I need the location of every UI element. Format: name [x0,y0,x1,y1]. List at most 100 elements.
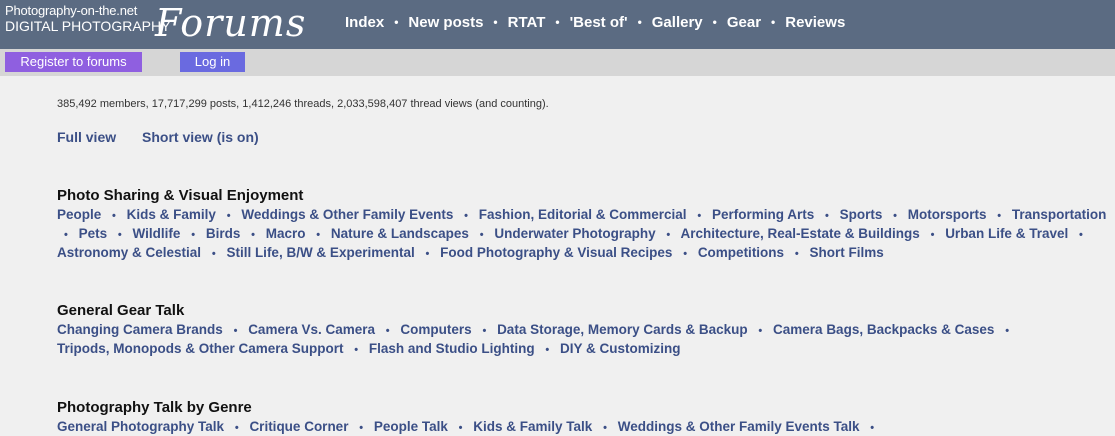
forum-link[interactable]: People Talk [374,419,448,434]
link-separator: • [464,210,468,222]
full-view-link[interactable]: Full view [57,129,116,145]
link-separator: • [482,325,487,337]
section-title: Photo Sharing & Visual Enjoyment [57,187,304,204]
nav-link[interactable]: RTAT [508,14,546,31]
forum-link[interactable]: Pets [79,226,108,241]
link-separator: • [385,325,390,337]
short-view-link[interactable]: Short view (is on) [142,129,259,145]
forum-link[interactable]: Urban Life & Travel [945,226,1068,241]
link-separator: • [191,229,196,241]
link-separator: • [458,422,463,434]
top-header: Photography-on-the.net DIGITAL PHOTOGRAP… [0,0,1115,49]
link-separator: • [479,229,484,241]
nav-link[interactable]: 'Best of' [570,14,628,31]
forum-link[interactable]: Birds [206,226,241,241]
forum-link-list: General Photography Talk • Critique Corn… [57,418,1115,436]
link-separator: • [824,210,829,222]
link-separator: • [359,422,364,434]
forum-link[interactable]: Nature & Landscapes [331,226,469,241]
section-general-gear: General Gear Talk Changing Camera Brands… [57,302,1115,359]
nav-link[interactable]: Gear [727,14,761,31]
forum-link[interactable]: People [57,207,101,222]
link-separator: • [234,422,239,434]
forum-link[interactable]: Short Films [809,245,883,260]
forum-link[interactable]: Motorsports [908,207,987,222]
forum-link[interactable]: Critique Corner [249,419,348,434]
nav-link[interactable]: Reviews [785,14,845,31]
link-separator: • [425,248,430,260]
link-separator: • [697,210,702,222]
forum-link[interactable]: Data Storage, Memory Cards & Backup [497,322,748,337]
link-separator: • [603,422,607,434]
forum-link[interactable]: Transportation [1012,207,1107,222]
view-toggle: Full view Short view (is on) [57,129,281,145]
forum-link[interactable]: Macro [266,226,306,241]
link-separator: • [1005,325,1010,337]
forum-link[interactable]: Camera Vs. Camera [248,322,375,337]
logo-small-text: Photography-on-the.net [5,3,138,18]
link-separator: • [758,325,763,337]
forum-link[interactable]: Underwater Photography [494,226,655,241]
link-separator: • [112,210,116,222]
section-talk-by-genre: Photography Talk by Genre General Photog… [57,399,1115,436]
forum-link[interactable]: Computers [400,322,471,337]
logo-main-text: DIGITAL PHOTOGRAPHY [5,18,171,34]
link-separator: • [1079,229,1083,241]
link-separator: • [117,229,122,241]
forum-link[interactable]: Weddings & Other Family Events Talk [618,419,860,434]
link-separator: • [545,344,550,356]
forum-link[interactable]: Kids & Family [127,207,216,222]
forum-link[interactable]: Wildlife [133,226,181,241]
link-separator: • [683,248,688,260]
link-separator: • [251,229,255,241]
forum-link-list: Changing Camera Brands • Camera Vs. Came… [57,321,1115,359]
section-title: General Gear Talk [57,302,185,319]
nav-separator: • [637,15,642,29]
forum-link-list: People • Kids & Family • Weddings & Othe… [57,206,1115,263]
nav-link[interactable]: Index [345,14,384,31]
register-button[interactable]: Register to forums [5,52,142,72]
account-bar: Register to forums Log in [0,49,1115,76]
forum-link[interactable]: Kids & Family Talk [473,419,592,434]
forum-link[interactable]: Sports [840,207,883,222]
nav-separator: • [493,15,498,29]
nav-separator: • [771,15,776,29]
link-separator: • [354,344,359,356]
link-separator: • [316,229,321,241]
link-separator: • [211,248,216,260]
forum-link[interactable]: General Photography Talk [57,419,224,434]
forum-link[interactable]: Weddings & Other Family Events [241,207,453,222]
main-nav: Index • New posts • RTAT • 'Best of' • Gallery • G… [345,12,845,32]
link-separator: • [64,229,68,241]
link-separator: • [666,229,671,241]
forum-link[interactable]: Still Life, B/W & Experimental [226,245,414,260]
forum-link[interactable]: Fashion, Editorial & Commercial [479,207,687,222]
section-title: Photography Talk by Genre [57,399,252,416]
link-separator: • [997,210,1002,222]
nav-separator: • [394,15,399,29]
forum-link[interactable]: Food Photography & Visual Recipes [440,245,672,260]
forum-link[interactable]: Performing Arts [712,207,814,222]
nav-link[interactable]: New posts [408,14,483,31]
forum-stats: 385,492 members, 17,717,299 posts, 1,412… [57,98,549,110]
nav-separator: • [555,15,560,29]
forum-link[interactable]: Competitions [698,245,784,260]
login-button[interactable]: Log in [180,52,245,72]
forum-link[interactable]: Flash and Studio Lighting [369,341,535,356]
forum-link[interactable]: Tripods, Monopods & Other Camera Support [57,341,344,356]
forum-link[interactable]: Architecture, Real-Estate & Buildings [680,226,919,241]
forum-link[interactable]: DIY & Customizing [560,341,681,356]
forum-link[interactable]: Camera Bags, Backpacks & Cases [773,322,994,337]
link-separator: • [226,210,231,222]
nav-separator: • [712,15,717,29]
link-separator: • [870,422,875,434]
link-separator: • [794,248,799,260]
logo-forums-text: Forums [155,1,307,45]
forum-link[interactable]: Changing Camera Brands [57,322,223,337]
site-logo[interactable]: Photography-on-the.net DIGITAL PHOTOGRAP… [5,1,315,47]
link-separator: • [893,210,897,222]
forum-link[interactable]: Astronomy & Celestial [57,245,201,260]
nav-link[interactable]: Gallery [652,14,703,31]
link-separator: • [233,325,238,337]
section-photo-sharing: Photo Sharing & Visual Enjoyment People … [57,187,1115,263]
